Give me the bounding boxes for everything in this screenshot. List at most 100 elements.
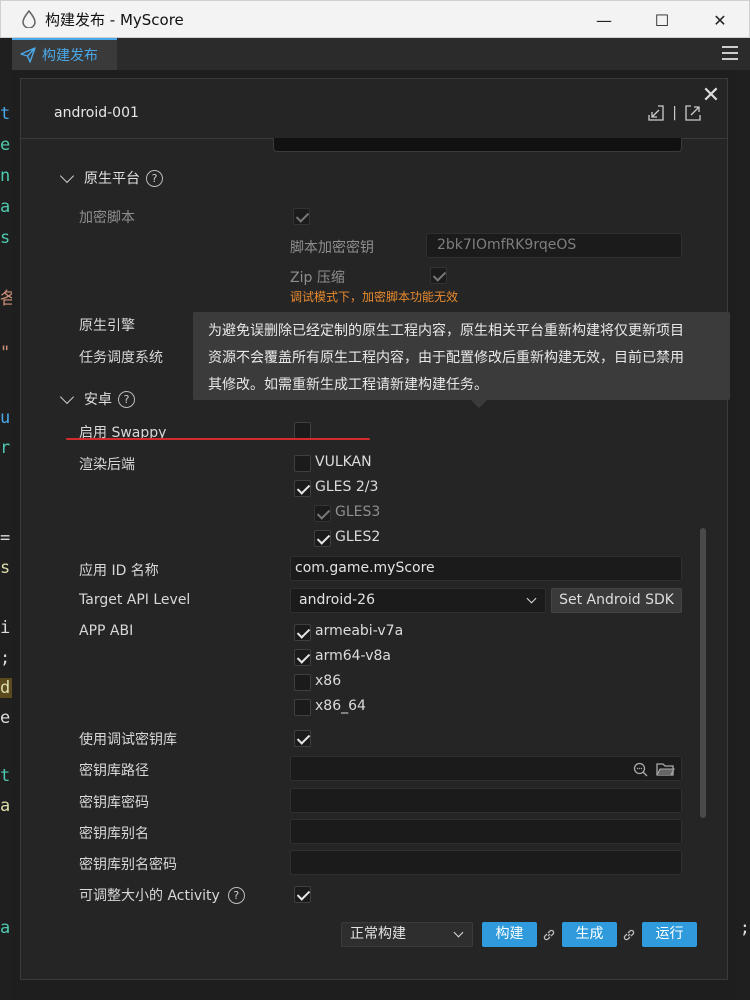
search-icon[interactable] — [633, 762, 648, 777]
swappy-checkbox[interactable] — [294, 422, 311, 439]
hamburger-menu-icon[interactable] — [722, 46, 738, 60]
code-char: 各 — [0, 289, 12, 309]
make-button[interactable]: 生成 — [562, 922, 617, 947]
gles23-label: GLES 2/3 — [315, 479, 379, 495]
vulkan-checkbox[interactable] — [294, 455, 311, 472]
gles2-label: GLES2 — [335, 529, 381, 545]
help-icon[interactable]: ? — [227, 886, 245, 904]
close-window-button[interactable]: ✕ — [691, 1, 749, 39]
app-abi-label: APP ABI — [79, 623, 134, 639]
x86-64-label: x86_64 — [315, 698, 366, 714]
chevron-down-icon — [526, 593, 537, 604]
keystore-password-label: 密钥库密码 — [79, 795, 149, 811]
code-char: s — [0, 228, 11, 248]
chevron-down-icon — [453, 927, 464, 938]
chevron-down-icon — [59, 389, 75, 405]
code-char: i — [0, 618, 11, 638]
gles3-label: GLES3 — [335, 504, 381, 520]
code-char: e — [0, 708, 11, 728]
panel-title: android-001 — [54, 105, 139, 121]
code-char: a — [0, 796, 11, 816]
maximize-button[interactable]: ☐ — [633, 1, 691, 39]
scrollbar-thumb[interactable] — [700, 528, 706, 818]
build-mode-select[interactable]: 正常构建 — [341, 922, 473, 947]
gles23-checkbox[interactable] — [294, 480, 311, 497]
debug-warning: 调试模式下，加密脚本功能无效 — [290, 290, 459, 304]
build-mode-value: 正常构建 — [350, 926, 406, 942]
gles2-checkbox[interactable] — [314, 530, 331, 547]
code-char: t — [0, 766, 11, 786]
target-api-select[interactable]: android-26 — [290, 588, 546, 613]
keystore-path-field[interactable] — [290, 756, 682, 781]
tooltip-arrow — [471, 400, 487, 408]
vulkan-label: VULKAN — [315, 454, 372, 470]
code-char: ; — [739, 918, 750, 938]
set-android-sdk-button[interactable]: Set Android SDK — [551, 588, 682, 613]
tab-build-publish[interactable]: 构建发布 — [12, 38, 117, 70]
header-divider: | — [672, 105, 677, 121]
annotation-underline — [66, 438, 370, 440]
code-char: s — [0, 558, 11, 578]
script-key-field[interactable]: 2bk7IOmfRK9rqeOS — [426, 233, 682, 258]
keystore-alias-field[interactable] — [290, 819, 682, 844]
section-title: 安卓 — [84, 392, 112, 408]
encrypt-script-label: 加密脚本 — [79, 210, 135, 226]
zip-checkbox[interactable] — [430, 267, 447, 284]
armeabi-v7a-checkbox[interactable] — [294, 624, 311, 641]
code-char: r — [0, 438, 11, 458]
app-id-field[interactable]: com.game.myScore — [290, 556, 682, 581]
help-icon[interactable]: ? — [118, 390, 135, 408]
keystore-alias-label: 密钥库别名 — [79, 826, 149, 842]
import-icon[interactable] — [648, 105, 664, 121]
background-editor-strip-right: ; — [738, 38, 750, 1000]
section-native-platform[interactable]: 原生平台 ? — [59, 168, 163, 188]
armeabi-v7a-label: armeabi-v7a — [315, 623, 404, 639]
code-char: u — [0, 408, 11, 428]
keystore-password-field[interactable] — [290, 788, 682, 813]
code-char: a — [0, 197, 11, 217]
help-icon[interactable]: ? — [146, 169, 163, 187]
code-char: " — [0, 343, 11, 363]
folder-icon[interactable] — [656, 762, 675, 777]
background-editor-strip: t e n a s 各 " u r = s i ; d e t a a — [0, 38, 12, 1000]
send-icon — [20, 47, 36, 63]
code-char: n — [0, 166, 11, 186]
arm64-v8a-label: arm64-v8a — [315, 648, 391, 664]
code-char: ; — [0, 648, 11, 668]
tooltip-line: 资源不会覆盖所有原生工程内容，由于配置修改后重新构建无效，目前已禁用 — [208, 350, 684, 366]
x86-checkbox[interactable] — [294, 674, 311, 691]
tooltip-line: 为避免误删除已经定制的原生工程内容，原生相关平台重新构建将仅更新项目 — [208, 323, 684, 339]
build-button[interactable]: 构建 — [482, 922, 537, 947]
window-title: 构建发布 - MyScore — [45, 10, 184, 29]
arm64-v8a-checkbox[interactable] — [294, 649, 311, 666]
resizable-activity-checkbox[interactable] — [294, 886, 311, 903]
panel-close-icon[interactable]: ✕ — [699, 83, 723, 108]
keystore-path-label: 密钥库路径 — [79, 763, 149, 779]
debug-keystore-checkbox[interactable] — [294, 730, 311, 747]
previous-field-edge — [273, 138, 682, 152]
target-api-label: Target API Level — [79, 592, 191, 608]
link-icon — [543, 929, 555, 941]
code-char: t — [0, 104, 11, 124]
encrypt-script-checkbox[interactable] — [293, 208, 310, 225]
zip-label: Zip 压缩 — [290, 270, 345, 286]
tab-label: 构建发布 — [42, 48, 98, 64]
section-android[interactable]: 安卓 ? — [59, 389, 135, 409]
code-char: a — [0, 918, 11, 938]
x86-64-checkbox[interactable] — [294, 699, 311, 716]
script-key-label: 脚本加密密钥 — [290, 240, 374, 256]
code-char: e — [0, 135, 11, 155]
app-id-label: 应用 ID 名称 — [79, 563, 159, 579]
gles3-checkbox[interactable] — [314, 505, 331, 522]
target-api-value: android-26 — [299, 592, 375, 608]
native-engine-label: 原生引擎 — [79, 318, 135, 334]
code-char: d — [0, 678, 12, 698]
panel-header: android-001 | — [21, 79, 727, 139]
run-button[interactable]: 运行 — [642, 922, 697, 947]
alias-password-field[interactable] — [290, 850, 682, 875]
link-icon — [623, 929, 635, 941]
chevron-down-icon — [59, 168, 75, 184]
minimize-button[interactable]: — — [575, 1, 633, 39]
section-title: 原生平台 — [84, 171, 140, 187]
tooltip: 为避免误删除已经定制的原生工程内容，原生相关平台重新构建将仅更新项目 资源不会覆… — [193, 312, 730, 408]
